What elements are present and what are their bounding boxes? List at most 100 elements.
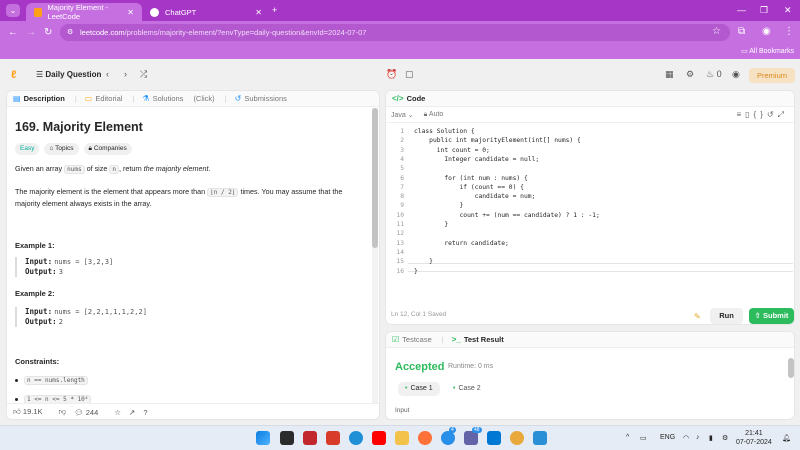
example-title: Example 1: (15, 241, 55, 250)
settings-icon[interactable]: ⚙ (722, 434, 728, 442)
tab-search-menu-icon[interactable]: ⌄ (6, 4, 20, 17)
premium-button[interactable]: Premium (749, 68, 795, 83)
code-editor[interactable]: 1 class Solution {2 public int majorityEl… (386, 124, 794, 307)
code-line: } (414, 258, 433, 266)
tab-solutions[interactable]: ⚗ Solutions (142, 94, 183, 103)
dislike-icon[interactable]: 👎︎ (59, 407, 67, 417)
layout-icon[interactable]: ▦ (665, 69, 674, 80)
battery-icon[interactable]: ▮ (709, 434, 713, 442)
language-select[interactable]: Java ⌄ (391, 111, 414, 119)
constraint-code: n == nums.length (24, 376, 88, 385)
teams-icon[interactable]: 48 (464, 427, 482, 445)
daily-question-button[interactable]: ☰ Daily Question (36, 70, 101, 79)
like-button[interactable]: 👍︎ 19.1K (13, 407, 51, 417)
minimize-icon[interactable]: — (737, 5, 746, 15)
profile-avatar-icon[interactable]: ◉ (762, 26, 771, 37)
format-icon[interactable]: ≡ (736, 110, 745, 119)
debug-icon[interactable]: ⏰ (386, 69, 397, 80)
new-tab-button[interactable]: + (272, 5, 277, 15)
url-input[interactable]: leetcode.com/problems/majority-element/?… (60, 24, 730, 41)
code-line: return candidate; (414, 239, 509, 247)
bookmark-icon[interactable]: ▯ (745, 110, 753, 119)
clock-date: 07-07-2024 (736, 439, 772, 446)
result-scrollbar[interactable] (788, 358, 794, 378)
description-scrollbar[interactable] (372, 108, 378, 403)
browser-menu-icon[interactable]: ⋮ (784, 26, 794, 37)
reload-icon[interactable]: ↻ (44, 27, 52, 38)
close-tab-icon[interactable]: ✕ (255, 8, 262, 17)
wifi-icon[interactable]: ◠ (683, 434, 689, 442)
task-view-icon[interactable] (280, 431, 294, 445)
powerpoint-icon[interactable] (326, 431, 340, 445)
companies-badge[interactable]: 🔒︎ Companies (83, 143, 132, 155)
all-bookmarks-button[interactable]: ▭ All Bookmarks (741, 47, 794, 55)
chrome-icon[interactable] (510, 431, 524, 445)
settings-gear-icon[interactable]: ⚙ (686, 69, 694, 80)
acrobat-icon[interactable] (303, 431, 317, 445)
back-icon[interactable]: ← (8, 27, 18, 38)
clock-time: 21:41 (745, 430, 763, 437)
tab-label: Editorial (95, 94, 123, 103)
result-status: Accepted (395, 361, 445, 373)
input-label: Input (395, 407, 410, 414)
tray-chevron-icon[interactable]: ^ (626, 434, 629, 441)
volume-icon[interactable]: ♪ (696, 434, 700, 441)
leetcode-header: ℓ ☰ Daily Question ‹ › ⤮ ⏰ ▢ ▦ ⚙ ♨ 0 ◉ P… (0, 59, 800, 90)
share-icon[interactable]: ↗ (129, 408, 135, 417)
expand-icon[interactable]: ⤢ (778, 110, 788, 119)
file-explorer-icon[interactable] (395, 431, 409, 445)
shuffle-icon[interactable]: ⤮ (140, 69, 147, 80)
leetcode-favicon-icon (34, 7, 42, 17)
lock-icon: 🔒︎ (88, 145, 92, 152)
telegram-icon[interactable]: 4 (441, 427, 456, 445)
leetcode-logo-icon[interactable]: ℓ (11, 69, 16, 81)
console-icon[interactable]: ✎ (694, 312, 701, 321)
topics-badge[interactable]: ⌂ Topics (44, 143, 79, 155)
case-tab-1[interactable]: • Case 1 (398, 382, 440, 396)
scrollbar-thumb[interactable] (372, 108, 378, 248)
tab-description[interactable]: ▤ Description (13, 94, 65, 103)
tab-code[interactable]: </> Code (392, 94, 425, 103)
close-window-icon[interactable]: ✕ (784, 5, 792, 16)
example-input: nums = [2,2,1,1,1,2,2] (54, 308, 147, 316)
reset-icon[interactable]: ↺ (767, 110, 778, 119)
notifications-bell-icon[interactable]: 🔔︎ (782, 434, 791, 442)
edge-icon[interactable] (349, 431, 363, 445)
language-indicator[interactable]: ENG (660, 434, 675, 441)
restore-icon[interactable]: ❐ (760, 5, 768, 16)
tab-leetcode[interactable]: Majority Element - LeetCode ✕ (26, 3, 142, 21)
tab-editorial[interactable]: ▭ Editorial (85, 94, 123, 103)
close-tab-icon[interactable]: ✕ (127, 8, 134, 17)
auto-complete-toggle[interactable]: 🔒︎ Auto (424, 111, 444, 119)
submit-button[interactable]: ⇧ Submit (749, 308, 794, 324)
bookmark-star-icon[interactable]: ☆ (712, 26, 721, 37)
firefox-icon[interactable] (418, 431, 432, 445)
forward-icon[interactable]: → (26, 27, 36, 38)
streak-fire-icon[interactable]: ♨ 0 (706, 69, 722, 80)
clock[interactable]: 21:41 07-07-2024 (736, 429, 772, 447)
user-avatar[interactable]: ◉ (732, 69, 740, 80)
tab-submissions[interactable]: ↺ Submissions (235, 94, 287, 103)
extensions-icon[interactable]: ⧉ (738, 26, 745, 37)
bookmarks-bar: ▭ All Bookmarks (0, 44, 800, 59)
tray-app-icon[interactable]: ▭ (640, 434, 647, 442)
favorite-star-icon[interactable]: ☆ (114, 408, 121, 417)
windows-start-icon[interactable] (256, 431, 270, 445)
prev-question-icon[interactable]: ‹ (106, 69, 109, 79)
braces-icon[interactable]: {} (754, 110, 767, 119)
tab-click[interactable]: (Click) (193, 94, 214, 103)
difficulty-badge[interactable]: Easy (15, 143, 40, 155)
outlook-icon[interactable] (487, 431, 501, 445)
run-button[interactable]: Run (710, 308, 743, 324)
notes-icon[interactable]: ▢ (405, 69, 414, 80)
tab-test-result[interactable]: >_ Test Result (452, 335, 504, 344)
case-tab-2[interactable]: • Case 2 (446, 382, 488, 396)
next-question-icon[interactable]: › (124, 69, 127, 79)
site-info-icon[interactable]: ⚙ (67, 28, 73, 36)
tab-chatgpt[interactable]: ChatGPT ✕ (142, 3, 270, 21)
vscode-icon[interactable] (533, 431, 547, 445)
youtube-icon[interactable] (372, 431, 386, 445)
help-icon[interactable]: ? (143, 408, 147, 417)
tab-testcase[interactable]: ☑ Testcase (392, 335, 432, 344)
comments-button[interactable]: 💬︎ 244 (74, 408, 106, 417)
